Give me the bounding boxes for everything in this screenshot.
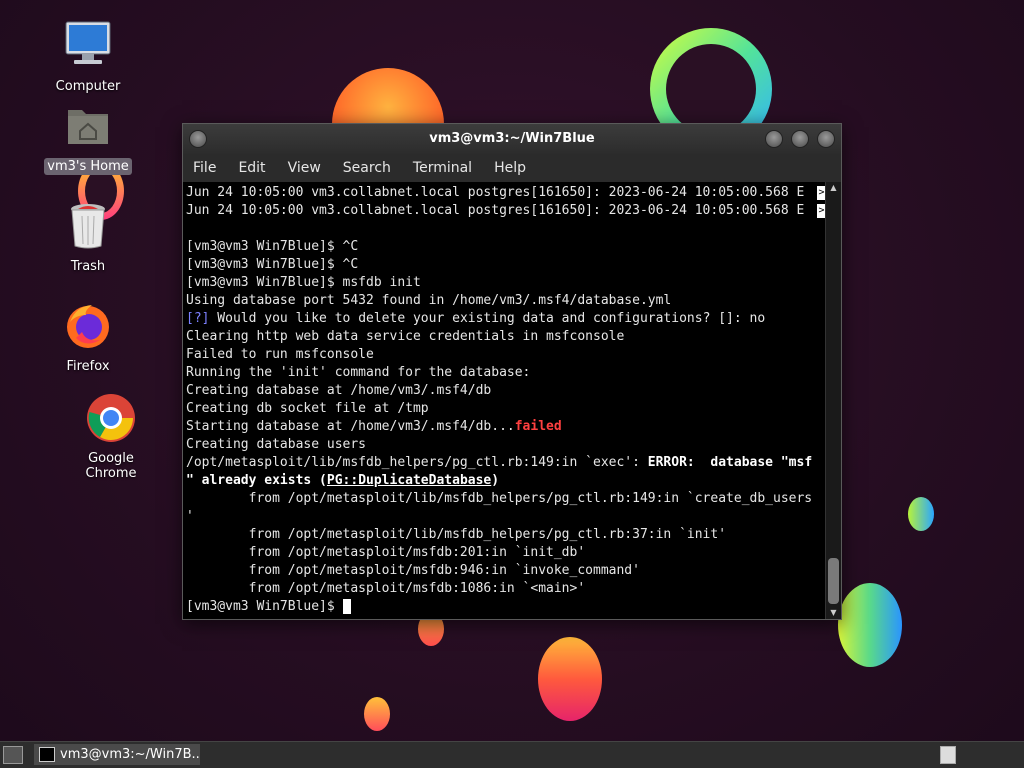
terminal-line-starting: Starting database at /home/vm3/.msf4/db.… xyxy=(186,418,826,436)
terminal-line: from /opt/metasploit/lib/msfdb_helpers/p… xyxy=(186,527,727,542)
desktop-icon-chrome[interactable]: Google Chrome xyxy=(61,392,161,482)
menu-search[interactable]: Search xyxy=(343,160,391,176)
scrollbar-thumb[interactable] xyxy=(828,558,839,604)
error-message-cont: " already exists ( xyxy=(186,473,327,488)
desktop-icon-home[interactable]: vm3's Home xyxy=(38,100,138,175)
terminal-line: Failed to run msfconsole xyxy=(186,347,374,362)
terminal-line: from /opt/metasploit/msfdb:1086:in `<mai… xyxy=(186,581,586,596)
window-menu-button[interactable] xyxy=(189,130,207,148)
wallpaper-tiny-orange xyxy=(364,697,390,731)
menu-bar: File Edit View Search Terminal Help xyxy=(183,154,841,182)
terminal-line-error-cont: " already exists (PG::DuplicateDatabase) xyxy=(186,472,826,490)
failed-status: failed xyxy=(514,419,562,434)
terminal-line: from /opt/metasploit/lib/msfdb_helpers/p… xyxy=(186,491,813,506)
show-desktop-icon[interactable] xyxy=(3,746,23,764)
terminal-line: [vm3@vm3 Win7Blue]$ ^C xyxy=(186,239,359,254)
minimize-button[interactable] xyxy=(765,130,783,148)
terminal-line: [vm3@vm3 Win7Blue]$ ^C xyxy=(186,257,359,272)
desktop-icon-trash[interactable]: Trash xyxy=(38,200,138,275)
desktop-icon-label: Trash xyxy=(70,259,106,274)
terminal-line: Jun 24 10:05:00 vm3.collabnet.local post… xyxy=(186,185,805,200)
error-class: PG::DuplicateDatabase xyxy=(326,473,492,488)
menu-view[interactable]: View xyxy=(288,160,321,176)
terminal-line: Using database port 5432 found in /home/… xyxy=(186,293,672,308)
desktop-icon-label: Google Chrome xyxy=(85,451,137,481)
taskbar-window-button[interactable]: vm3@vm3:~/Win7B... xyxy=(34,744,200,765)
wallpaper-blue-oval xyxy=(908,497,934,531)
menu-terminal[interactable]: Terminal xyxy=(413,160,472,176)
error-close-paren: ) xyxy=(491,473,500,488)
terminal-icon xyxy=(39,747,55,762)
window-titlebar[interactable]: vm3@vm3:~/Win7Blue xyxy=(183,124,841,154)
wallpaper-orange-oval xyxy=(538,637,602,721)
trash-icon xyxy=(62,200,114,252)
chrome-icon xyxy=(85,392,137,444)
menu-file[interactable]: File xyxy=(193,160,216,176)
taskbar-window-label: vm3@vm3:~/Win7B... xyxy=(60,747,200,762)
terminal-line: Clearing http web data service credentia… xyxy=(186,329,625,344)
home-folder-icon xyxy=(62,100,114,152)
wallpaper-large-oval xyxy=(838,583,902,667)
terminal-line: Creating database at /home/vm3/.msf4/db xyxy=(186,383,492,398)
scroll-down-arrow-icon[interactable]: ▼ xyxy=(826,607,841,619)
terminal-line: Jun 24 10:05:00 vm3.collabnet.local post… xyxy=(186,203,805,218)
terminal-line: from /opt/metasploit/msfdb:201:in `init_… xyxy=(186,545,586,560)
desktop-icon-label: Firefox xyxy=(66,359,110,374)
question-text: Would you like to delete your existing d… xyxy=(209,311,766,326)
terminal-line: Running the 'init' command for the datab… xyxy=(186,365,531,380)
terminal-line: Creating database users xyxy=(186,437,367,452)
tray-icon[interactable] xyxy=(940,746,956,764)
terminal-line: [vm3@vm3 Win7Blue]$ msfdb init xyxy=(186,275,421,290)
terminal-scrollbar[interactable]: ▲ ▼ xyxy=(825,182,841,619)
terminal-output[interactable]: Jun 24 10:05:00 vm3.collabnet.local post… xyxy=(183,182,826,619)
error-location: /opt/metasploit/lib/msfdb_helpers/pg_ctl… xyxy=(186,455,648,470)
terminal-line-error: /opt/metasploit/lib/msfdb_helpers/pg_ctl… xyxy=(186,454,826,472)
desktop-icon-label: Computer xyxy=(55,79,121,94)
current-prompt: [vm3@vm3 Win7Blue]$ xyxy=(186,599,343,614)
close-button[interactable] xyxy=(817,130,835,148)
menu-help[interactable]: Help xyxy=(494,160,526,176)
question-marker: [?] xyxy=(186,311,210,326)
text-cursor xyxy=(342,599,351,614)
terminal-window[interactable]: vm3@vm3:~/Win7Blue File Edit View Search… xyxy=(182,123,842,620)
desktop-icon-computer[interactable]: Computer xyxy=(38,20,138,95)
terminal-line: Creating db socket file at /tmp xyxy=(186,401,429,416)
menu-edit[interactable]: Edit xyxy=(238,160,265,176)
desktop-icon-firefox[interactable]: Firefox xyxy=(38,300,138,375)
terminal-line: ' xyxy=(186,509,194,524)
maximize-button[interactable] xyxy=(791,130,809,148)
computer-icon xyxy=(62,20,114,72)
scroll-up-arrow-icon[interactable]: ▲ xyxy=(826,182,841,194)
desktop-icon-label: vm3's Home xyxy=(44,158,132,175)
error-message: ERROR: database "msf xyxy=(647,455,813,470)
terminal-prompt-line[interactable]: [vm3@vm3 Win7Blue]$ xyxy=(186,598,826,616)
taskbar: vm3@vm3:~/Win7B... xyxy=(0,741,1024,768)
terminal-line-question: [?] Would you like to delete your existi… xyxy=(186,310,826,328)
terminal-line: from /opt/metasploit/msfdb:946:in `invok… xyxy=(186,563,640,578)
starting-text: Starting database at /home/vm3/.msf4/db.… xyxy=(186,419,515,434)
firefox-icon xyxy=(62,300,114,352)
window-title: vm3@vm3:~/Win7Blue xyxy=(429,131,595,146)
